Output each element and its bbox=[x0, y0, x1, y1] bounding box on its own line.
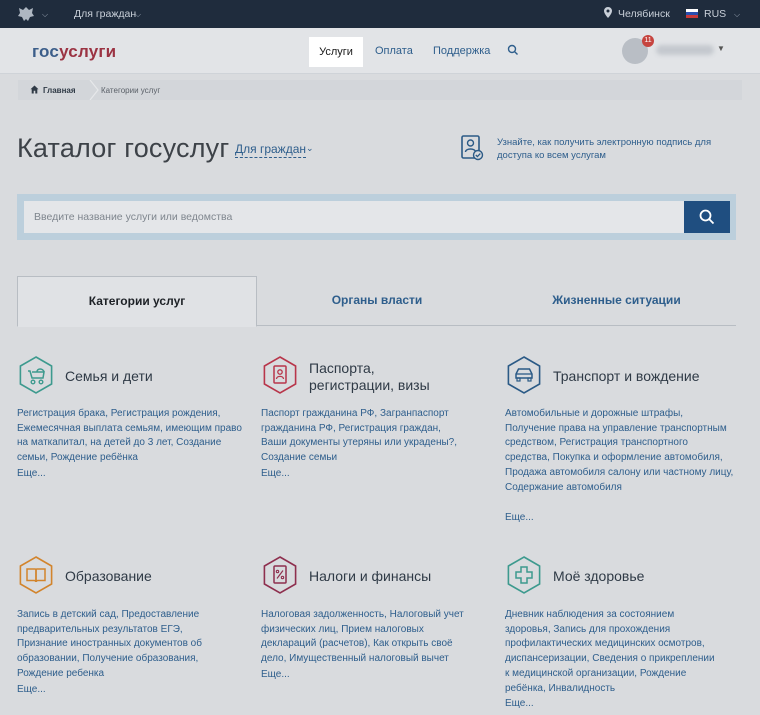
audience-switch[interactable]: Для граждан bbox=[74, 8, 136, 20]
stroller-icon[interactable] bbox=[17, 356, 55, 394]
tab-categories[interactable]: Категории услуг bbox=[17, 276, 257, 327]
category-links[interactable]: Автомобильные и дорожные штрафы, Получен… bbox=[505, 407, 735, 495]
more-link[interactable]: Еще... bbox=[505, 698, 534, 709]
digital-signature-icon bbox=[461, 135, 484, 161]
book-icon[interactable] bbox=[17, 556, 55, 594]
language-selector[interactable]: RUS bbox=[704, 8, 726, 20]
nav-support[interactable]: Поддержка bbox=[433, 45, 490, 57]
breadcrumb-home[interactable]: Главная bbox=[43, 86, 76, 95]
catalog-tabs: Категории услуг Органы власти Жизненные … bbox=[17, 276, 736, 327]
chevron-down-icon[interactable]: ⌄ bbox=[306, 143, 314, 154]
category-title[interactable]: Образование bbox=[65, 568, 152, 585]
category-links[interactable]: Дневник наблюдения за состоянием здоровь… bbox=[505, 608, 715, 696]
home-icon bbox=[30, 85, 39, 94]
category-taxes: Налоги и финансы Налоговая задолженность… bbox=[261, 556, 491, 706]
breadcrumb-separator bbox=[89, 80, 99, 100]
search-icon bbox=[699, 209, 715, 225]
caret-down-icon[interactable]: ▼ bbox=[717, 44, 725, 53]
category-passports: Паспорта, регистрации, визы Паспорт граж… bbox=[261, 356, 491, 486]
russia-flag-icon bbox=[686, 9, 698, 18]
category-links[interactable]: Налоговая задолженность, Налоговый учет … bbox=[261, 608, 466, 667]
signature-hint-link[interactable]: Узнайте, как получить электронную подпис… bbox=[497, 136, 727, 162]
gosuslugi-logo[interactable]: госуслуги bbox=[32, 42, 116, 62]
user-name[interactable] bbox=[656, 45, 714, 55]
tab-life-situations[interactable]: Жизненные ситуации bbox=[497, 276, 736, 326]
search-input[interactable] bbox=[24, 201, 684, 233]
breadcrumb: Главная Категории услуг bbox=[18, 80, 742, 100]
search-button[interactable] bbox=[684, 201, 730, 233]
category-links[interactable]: Регистрация брака, Регистрация рождения,… bbox=[17, 407, 247, 466]
top-bar: ⌵ Для граждан ⌵ Челябинск RUS ⌵ bbox=[0, 0, 760, 28]
more-link[interactable]: Еще... bbox=[261, 669, 290, 680]
search-icon[interactable] bbox=[507, 44, 519, 56]
more-link[interactable]: Еще... bbox=[261, 468, 290, 479]
tab-authorities[interactable]: Органы власти bbox=[257, 276, 497, 326]
car-icon[interactable] bbox=[505, 356, 543, 394]
more-link[interactable]: Еще... bbox=[17, 684, 46, 695]
city-selector[interactable]: Челябинск bbox=[618, 8, 670, 20]
category-links[interactable]: Паспорт гражданина РФ, Загранпаспорт гра… bbox=[261, 407, 466, 466]
more-link[interactable]: Еще... bbox=[17, 468, 46, 479]
chevron-down-icon[interactable]: ⌵ bbox=[135, 10, 141, 20]
page-title: Каталог госуслуг bbox=[17, 133, 230, 163]
category-links[interactable]: Запись в детский сад, Предоставление пре… bbox=[17, 608, 227, 682]
category-title[interactable]: Моё здоровье bbox=[553, 568, 644, 585]
notification-badge[interactable]: 11 bbox=[642, 35, 654, 47]
tax-icon[interactable] bbox=[261, 556, 299, 594]
site-header: госуслуги Услуги Оплата Поддержка 11 ▼ bbox=[0, 28, 760, 74]
passport-icon[interactable] bbox=[261, 356, 299, 394]
chevron-down-icon[interactable]: ⌵ bbox=[42, 10, 48, 20]
medical-cross-icon[interactable] bbox=[505, 556, 543, 594]
audience-select[interactable]: Для граждан bbox=[235, 142, 307, 158]
category-education: Образование Запись в детский сад, Предос… bbox=[17, 556, 247, 706]
category-title[interactable]: Транспорт и вождение bbox=[553, 368, 700, 385]
category-transport: Транспорт и вождение Автомобильные и дор… bbox=[505, 356, 735, 526]
breadcrumb-current: Категории услуг bbox=[101, 86, 161, 95]
search-bar bbox=[17, 194, 736, 240]
category-title[interactable]: Налоги и финансы bbox=[309, 568, 431, 585]
nav-payment[interactable]: Оплата bbox=[375, 45, 413, 57]
category-health: Моё здоровье Дневник наблюдения за состо… bbox=[505, 556, 735, 714]
chevron-down-icon[interactable]: ⌵ bbox=[734, 10, 740, 20]
category-family: Семья и дети Регистрация брака, Регистра… bbox=[17, 356, 247, 486]
location-pin-icon bbox=[604, 7, 612, 18]
category-title[interactable]: Семья и дети bbox=[65, 368, 153, 385]
category-title[interactable]: Паспорта, регистрации, визы bbox=[309, 360, 430, 394]
emblem-icon[interactable] bbox=[16, 5, 36, 23]
nav-services[interactable]: Услуги bbox=[309, 37, 363, 67]
more-link[interactable]: Еще... bbox=[505, 512, 534, 523]
